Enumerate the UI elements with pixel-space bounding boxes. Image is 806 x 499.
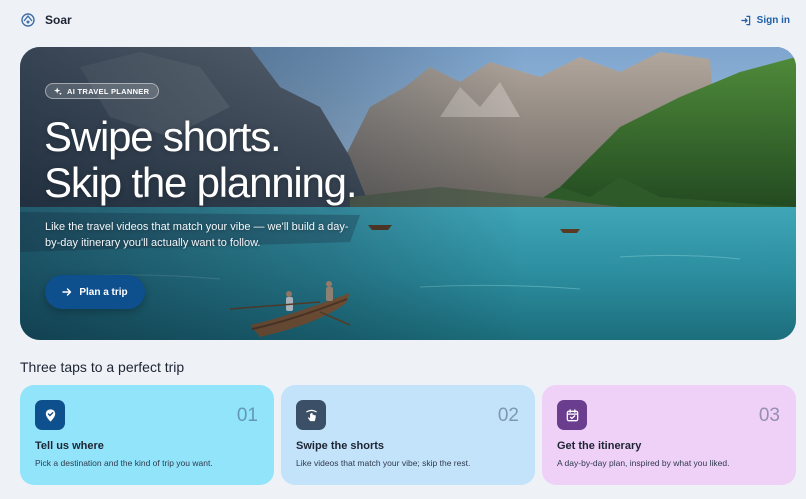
step-card-get-the-itinerary[interactable]: 03 Get the itinerary A day-by-day plan, … <box>542 385 796 485</box>
steps-section-title: Three taps to a perfect trip <box>20 359 185 375</box>
map-pin-icon <box>35 400 65 430</box>
plan-a-trip-button[interactable]: Plan a trip <box>45 275 145 309</box>
sign-in-link[interactable]: Sign in <box>740 15 790 26</box>
ai-travel-planner-badge: AI TRAVEL PLANNER <box>45 83 160 99</box>
hero-banner: AI TRAVEL PLANNER Swipe shorts. Skip the… <box>20 47 796 340</box>
cta-label: Plan a trip <box>79 286 128 298</box>
hero-headline: Swipe shorts. Skip the planning. <box>44 114 464 206</box>
arrow-right-icon <box>62 288 72 296</box>
calendar-check-icon <box>557 400 587 430</box>
step-number: 01 <box>236 405 258 426</box>
step-description: Pick a destination and the kind of trip … <box>35 458 213 468</box>
soar-logo-icon <box>20 12 36 28</box>
brand[interactable]: Soar <box>20 12 72 28</box>
step-description: Like videos that match your vibe; skip t… <box>296 458 471 468</box>
badge-label: AI TRAVEL PLANNER <box>67 86 150 96</box>
swipe-hand-icon <box>296 400 326 430</box>
step-description: A day-by-day plan, inspired by what you … <box>557 458 730 468</box>
hero-subcopy: Like the travel videos that match your v… <box>45 221 349 249</box>
sign-in-label: Sign in <box>756 14 790 26</box>
top-nav: Soar Sign in <box>0 0 806 40</box>
step-card-tell-us-where[interactable]: 01 Tell us where Pick a destination and … <box>20 385 274 485</box>
headline-line-2: Skip the planning. <box>44 159 358 206</box>
step-title: Swipe the shorts <box>296 440 385 452</box>
step-card-swipe-the-shorts[interactable]: 02 Swipe the shorts Like videos that mat… <box>281 385 535 485</box>
step-number: 03 <box>758 405 780 426</box>
step-number: 02 <box>497 405 519 426</box>
brand-name: Soar <box>45 13 72 27</box>
step-title: Tell us where <box>35 440 104 452</box>
sign-in-icon <box>741 15 750 25</box>
step-title: Get the itinerary <box>557 440 642 452</box>
sparkle-icon <box>54 87 62 95</box>
headline-line-1: Swipe shorts. <box>44 113 282 160</box>
